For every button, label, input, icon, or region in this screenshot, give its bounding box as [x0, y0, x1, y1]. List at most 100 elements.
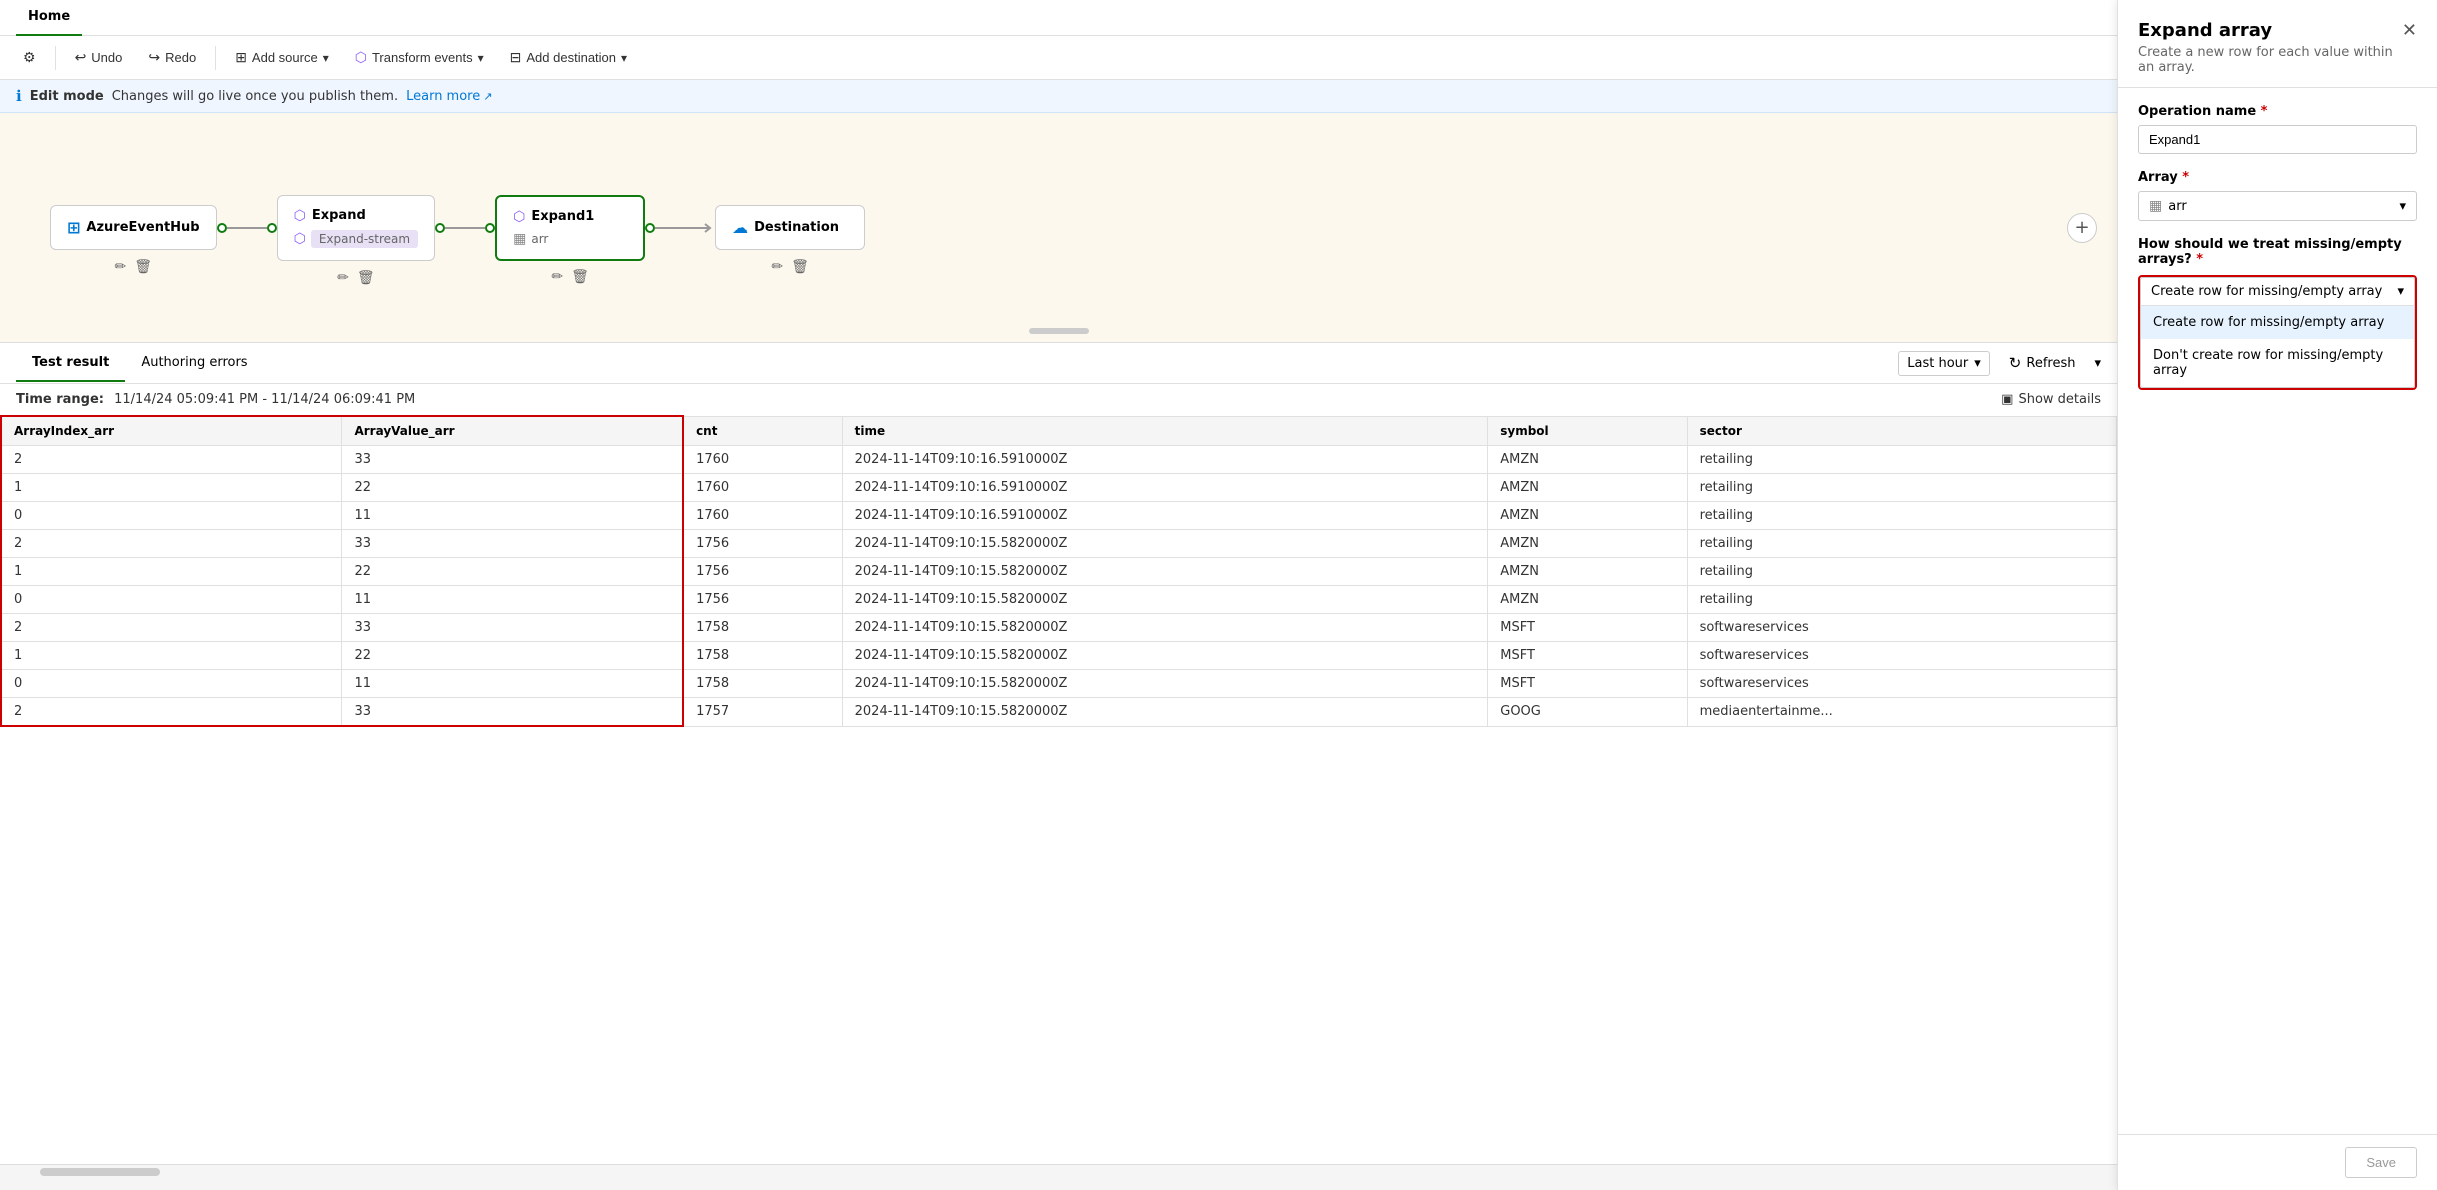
time-select[interactable]: Last hour ▾ — [1898, 351, 1990, 376]
table-cell: 2 — [1, 530, 342, 558]
table-cell: 1760 — [683, 474, 842, 502]
table-cell: 1756 — [683, 558, 842, 586]
node-azure-event-hub[interactable]: AzureEventHub ✏ 🗑 — [50, 205, 217, 250]
table-cell: 1757 — [683, 698, 842, 727]
transform-events-button[interactable]: Transform events — [344, 44, 495, 71]
node1-delete-icon[interactable]: 🗑 — [134, 259, 152, 275]
add-source-button[interactable]: Add source — [224, 44, 340, 71]
undo-button[interactable]: Undo — [64, 44, 134, 71]
node4-edit-icon[interactable]: ✏ — [771, 259, 783, 275]
node4-delete-icon[interactable]: 🗑 — [791, 259, 809, 275]
table-cell: 1 — [1, 558, 342, 586]
required-marker: * — [2261, 104, 2268, 119]
settings-button[interactable] — [12, 44, 47, 71]
node2-delete-icon[interactable]: 🗑 — [357, 270, 375, 286]
connector2-dot — [435, 223, 445, 233]
edit-banner-message: Changes will go live once you publish th… — [112, 89, 398, 104]
table-cell: 2024-11-14T09:10:15.5820000Z — [842, 670, 1488, 698]
col-header-cnt: cnt — [683, 416, 842, 446]
tab-home[interactable]: Home — [16, 0, 82, 36]
node4-title: Destination — [732, 218, 848, 237]
node3-delete-icon[interactable]: 🗑 — [571, 269, 589, 285]
node4-actions: ✏ 🗑 — [771, 259, 809, 275]
expand-stream-icon — [294, 231, 306, 247]
add-destination-chevron-icon — [621, 50, 627, 65]
table-cell: retailing — [1687, 530, 2116, 558]
node1-actions: ✏ 🗑 — [115, 259, 153, 275]
treatment-select[interactable]: Create row for missing/empty array ▾ — [2140, 277, 2415, 305]
tab-test-result[interactable]: Test result — [16, 345, 125, 382]
required-marker2: * — [2182, 170, 2189, 185]
hub-icon — [67, 218, 80, 237]
horizontal-scrollbar[interactable] — [0, 1164, 2117, 1178]
node1-edit-icon[interactable]: ✏ — [115, 259, 127, 275]
right-panel: Expand array Create a new row for each v… — [2117, 0, 2437, 1190]
table-cell: 1756 — [683, 530, 842, 558]
expand1-icon — [513, 209, 525, 225]
table-cell: 1 — [1, 474, 342, 502]
close-panel-button[interactable]: ✕ — [2402, 20, 2417, 41]
transform-chevron-icon — [478, 50, 484, 65]
table-row: 23317572024-11-14T09:10:15.5820000ZGOOGm… — [1, 698, 2117, 727]
table-cell: 22 — [342, 558, 683, 586]
operation-name-label: Operation name * — [2138, 104, 2417, 119]
option-create-row[interactable]: Create row for missing/empty array — [2141, 306, 2414, 339]
table-cell: 11 — [342, 586, 683, 614]
gear-icon — [23, 49, 36, 66]
treatment-dropdown-area: Create row for missing/empty array ▾ Cre… — [2138, 275, 2417, 390]
node3-edit-icon[interactable]: ✏ — [551, 269, 563, 285]
option-dont-create-row[interactable]: Don't create row for missing/empty array — [2141, 339, 2414, 387]
time-chevron-icon: ▾ — [1974, 356, 1981, 371]
table-row: 23317602024-11-14T09:10:16.5910000ZAMZNr… — [1, 446, 2117, 474]
table-cell: MSFT — [1488, 670, 1687, 698]
separator — [55, 46, 56, 70]
edit-mode-label: Edit mode — [30, 89, 104, 104]
table-cell: 22 — [342, 474, 683, 502]
panel-tab-bar: Test result Authoring errors Last hour ▾… — [0, 343, 2117, 384]
table-row: 01117562024-11-14T09:10:15.5820000ZAMZNr… — [1, 586, 2117, 614]
col-header-symbol: symbol — [1488, 416, 1687, 446]
col-header-sector: sector — [1687, 416, 2116, 446]
panel-chevron-icon[interactable]: ▾ — [2094, 356, 2101, 371]
transform-icon — [355, 49, 367, 66]
add-destination-button[interactable]: Add destination — [499, 44, 638, 71]
redo-icon — [148, 49, 160, 66]
table-cell: 33 — [342, 446, 683, 474]
refresh-button[interactable]: Refresh — [1998, 349, 2087, 377]
table-cell: GOOG — [1488, 698, 1687, 727]
redo-button[interactable]: Redo — [137, 44, 207, 71]
arr-select-icon — [2149, 198, 2162, 214]
table-cell: 0 — [1, 586, 342, 614]
table-cell: 2 — [1, 446, 342, 474]
node3-subtitle: arr — [513, 231, 627, 247]
connector3 — [645, 223, 715, 233]
add-source-icon — [235, 49, 247, 66]
destination-icon — [732, 218, 748, 237]
connector-line — [227, 227, 267, 229]
time-range-bar: Time range: 11/14/24 05:09:41 PM - 11/14… — [0, 384, 2117, 415]
table-row: 01117582024-11-14T09:10:15.5820000ZMSFTs… — [1, 670, 2117, 698]
right-panel-body: Operation name * Array * arr ▾ How shoul… — [2118, 88, 2437, 1134]
add-node-button[interactable]: + — [2067, 213, 2097, 243]
save-button[interactable]: Save — [2345, 1147, 2417, 1178]
array-select[interactable]: arr ▾ — [2138, 191, 2417, 221]
table-cell: 0 — [1, 670, 342, 698]
panel-controls: Last hour ▾ Refresh ▾ — [1898, 343, 2101, 383]
table-cell: 11 — [342, 502, 683, 530]
table-cell: 1760 — [683, 502, 842, 530]
node-expand[interactable]: Expand Expand-stream ✏ 🗑 — [277, 195, 436, 261]
treatment-chevron-icon: ▾ — [2397, 284, 2404, 299]
node-expand1[interactable]: Expand1 arr ✏ 🗑 — [495, 195, 645, 261]
right-panel-description: Create a new row for each value within a… — [2138, 45, 2402, 75]
table-cell: 33 — [342, 530, 683, 558]
node2-edit-icon[interactable]: ✏ — [337, 270, 349, 286]
node-destination[interactable]: Destination ✏ 🗑 — [715, 205, 865, 250]
connector-dot — [217, 223, 227, 233]
expand-icon — [294, 208, 306, 224]
operation-name-input[interactable] — [2138, 125, 2417, 154]
table-cell: retailing — [1687, 558, 2116, 586]
learn-more-link[interactable]: Learn more — [406, 89, 492, 104]
show-details-button[interactable]: Show details — [2001, 392, 2101, 407]
add-source-chevron-icon — [323, 50, 329, 65]
tab-authoring-errors[interactable]: Authoring errors — [125, 345, 263, 382]
